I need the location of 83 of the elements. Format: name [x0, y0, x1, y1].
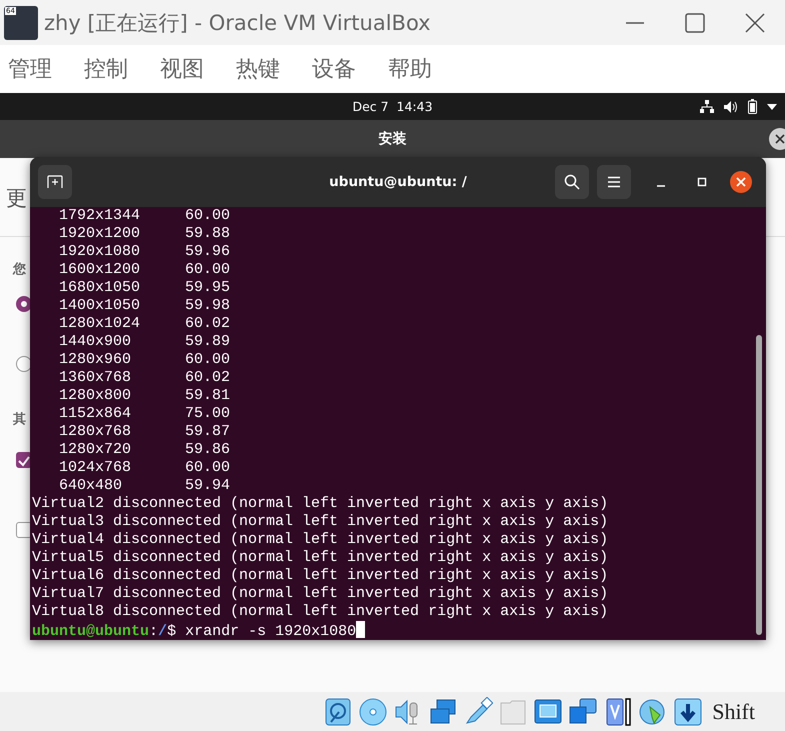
search-icon [564, 174, 580, 190]
resolution-text: 640x480 [59, 477, 124, 495]
new-tab-button[interactable] [38, 165, 72, 199]
close-icon [736, 177, 746, 187]
maximize-icon [685, 12, 705, 32]
menu-item[interactable]: 设备 [312, 54, 356, 84]
resolution-text: 1920x1080 [59, 243, 142, 261]
search-button[interactable] [555, 165, 589, 199]
refresh-rate-text: 60.00 [185, 351, 230, 369]
menu-item[interactable]: 管理 [8, 54, 52, 84]
command-text: xrandr -s 1920x1080 [185, 623, 356, 640]
output-line: Virtual6 disconnected (normal left inverted right x axis y axis) [32, 567, 610, 585]
prompt-symbol: $ [167, 623, 176, 640]
volume-icon[interactable] [724, 100, 738, 112]
clock[interactable]: Dec 7 14:43 [352, 99, 433, 114]
menu-icon [607, 176, 621, 188]
prompt-separator: : [149, 623, 158, 640]
close-icon [775, 134, 785, 144]
refresh-rate-text: 59.96 [185, 243, 230, 261]
refresh-rate-text: 60.00 [185, 207, 230, 225]
refresh-rate-text: 59.89 [185, 333, 230, 351]
resolution-text: 1600x1200 [59, 261, 142, 279]
resolution-text: 1024x768 [59, 459, 132, 477]
output-line: Virtual3 disconnected (normal left inverted right x axis y axis) [32, 513, 610, 531]
resolution-text: 1792x1344 [59, 207, 142, 225]
screens-icon[interactable] [568, 696, 598, 726]
section-label: 其 [13, 411, 26, 428]
close-button[interactable] [769, 128, 785, 150]
network-icon[interactable] [428, 696, 458, 726]
menu-item[interactable]: 控制 [84, 54, 128, 84]
host-key-label: Shift [712, 698, 755, 724]
section-label: 您 [13, 261, 26, 278]
menu-button[interactable] [597, 165, 631, 199]
menu-item[interactable]: 视图 [160, 54, 204, 84]
refresh-rate-text: 60.00 [185, 459, 230, 477]
menu-item[interactable]: 热键 [236, 54, 280, 84]
refresh-rate-text: 59.86 [185, 441, 230, 459]
display-icon[interactable] [533, 696, 564, 726]
optical-disc-icon[interactable] [358, 696, 388, 726]
close-button[interactable] [730, 171, 752, 193]
resolution-text: 1360x768 [59, 369, 132, 387]
menu-item[interactable]: 帮助 [388, 54, 432, 84]
resolution-text: 1280x1024 [59, 315, 142, 333]
output-line: Virtual4 disconnected (normal left inverted right x axis y axis) [32, 531, 610, 549]
terminal-title: ubuntu@ubuntu: / [329, 174, 467, 190]
resolution-text: 1280x768 [59, 423, 132, 441]
refresh-rate-text: 59.81 [185, 387, 230, 405]
output-line: Virtual2 disconnected (normal left inverted right x axis y axis) [32, 495, 610, 513]
refresh-rate-text: 59.88 [185, 225, 230, 243]
refresh-rate-text: 60.02 [185, 315, 230, 333]
refresh-rate-text: 59.98 [185, 297, 230, 315]
output-line: Virtual8 disconnected (normal left inverted right x axis y axis) [32, 603, 610, 621]
battery-icon[interactable] [748, 99, 757, 114]
prompt-user: ubuntu@ubuntu [32, 623, 150, 640]
resolution-text: 1152x864 [59, 405, 132, 423]
refresh-rate-text: 75.00 [185, 405, 230, 423]
minimize-icon [656, 185, 666, 187]
maximize-icon [697, 177, 707, 187]
window-title: zhy [正在运行] - Oracle VM VirtualBox [44, 10, 432, 36]
resolution-text: 1440x900 [59, 333, 132, 351]
prompt-path: / [158, 623, 168, 640]
refresh-rate-text: 59.94 [185, 477, 230, 495]
close-icon [745, 12, 765, 32]
resolution-text: 1280x720 [59, 441, 132, 459]
refresh-rate-text: 59.87 [185, 423, 230, 441]
text-cursor [356, 621, 366, 638]
resolution-text: 1400x1050 [59, 297, 142, 315]
refresh-rate-text: 59.95 [185, 279, 230, 297]
output-line: Virtual5 disconnected (normal left inverted right x axis y axis) [32, 549, 610, 567]
resolution-text: 1280x800 [59, 387, 132, 405]
new-tab-icon [47, 175, 63, 189]
network-icon[interactable] [700, 100, 714, 113]
resolution-text: 1680x1050 [59, 279, 142, 297]
installer-title: 安装 [378, 130, 406, 148]
output-line: Virtual7 disconnected (normal left inverted right x axis y axis) [32, 585, 610, 603]
resolution-text: 1280x960 [59, 351, 132, 369]
refresh-rate-text: 60.02 [185, 369, 230, 387]
resolution-text: 1920x1200 [59, 225, 142, 243]
installer-heading: 更 [6, 185, 27, 212]
refresh-rate-text: 60.00 [185, 261, 230, 279]
caret-icon[interactable] [767, 104, 777, 110]
minimize-icon [625, 22, 645, 24]
download-icon[interactable] [673, 696, 704, 726]
